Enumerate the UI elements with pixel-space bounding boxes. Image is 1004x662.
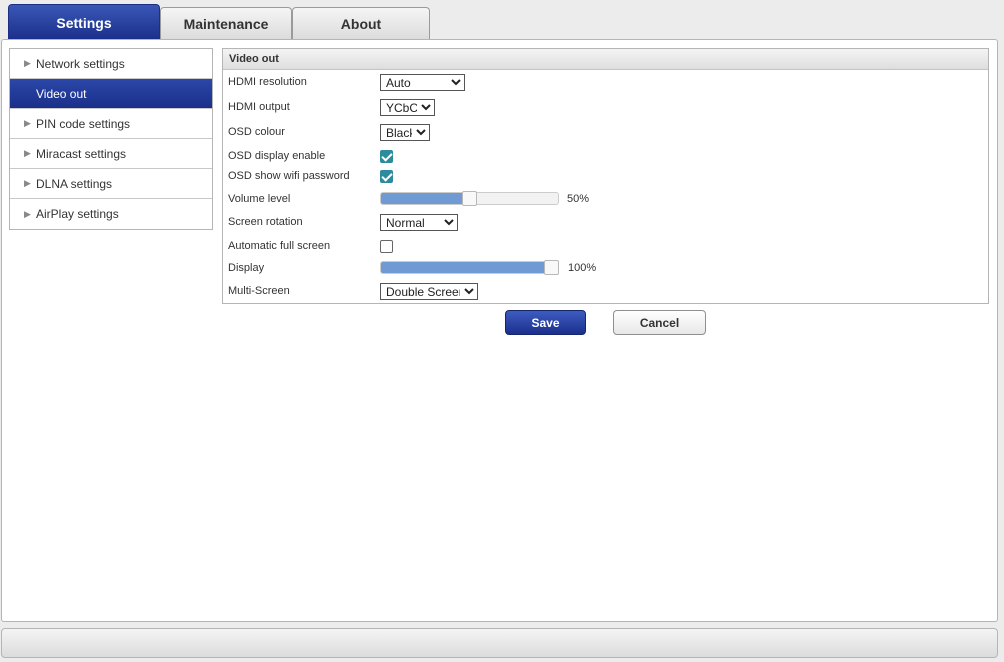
volume-level-thumb[interactable]	[462, 191, 477, 206]
hdmi-resolution-select[interactable]: Auto	[380, 74, 465, 91]
osd-colour-select[interactable]: Black	[380, 124, 430, 141]
sidebar-item-dlna-settings[interactable]: ▶ DLNA settings	[10, 169, 212, 199]
osd-show-wifi-password-label: OSD show wifi password	[228, 170, 350, 182]
osd-show-wifi-password-row: OSD show wifi password	[223, 166, 988, 188]
sidebar-item-network-settings[interactable]: ▶ Network settings	[10, 49, 212, 79]
hdmi-output-select[interactable]: YCbCr	[380, 99, 435, 116]
sidebar-item-video-out[interactable]: Video out	[10, 79, 212, 109]
hdmi-output-label: HDMI output	[228, 101, 290, 113]
chevron-right-icon: ▶	[24, 118, 31, 128]
section-title: Video out	[223, 49, 988, 70]
sidebar-item-label: Miracast settings	[36, 146, 127, 161]
automatic-full-screen-checkbox[interactable]	[380, 240, 393, 253]
hdmi-output-row: HDMI output YCbCr	[223, 97, 988, 119]
chevron-right-icon: ▶	[24, 148, 31, 158]
display-value: 100%	[568, 262, 597, 274]
osd-show-wifi-password-checkbox[interactable]	[380, 170, 393, 183]
screen-rotation-label: Screen rotation	[228, 216, 303, 228]
volume-level-label: Volume level	[228, 193, 291, 205]
chevron-right-icon: ▶	[24, 178, 31, 188]
display-thumb[interactable]	[544, 260, 559, 275]
volume-level-row: Volume level 50%	[223, 189, 988, 211]
tab-settings[interactable]: Settings	[8, 4, 160, 40]
multi-screen-row: Multi-Screen Double Screen	[223, 281, 988, 303]
tab-about[interactable]: About	[292, 7, 430, 39]
osd-display-enable-row: OSD display enable	[223, 146, 988, 168]
sidebar-item-label: Video out	[36, 86, 87, 101]
sidebar-item-label: Network settings	[36, 56, 125, 71]
osd-colour-row: OSD colour Black	[223, 122, 988, 144]
video-out-section: Video out HDMI resolution Auto HDMI outp…	[222, 48, 989, 304]
sidebar-item-pin-code-settings[interactable]: ▶ PIN code settings	[10, 109, 212, 139]
sidebar-item-label: AirPlay settings	[36, 207, 119, 221]
osd-display-enable-label: OSD display enable	[228, 150, 326, 162]
automatic-full-screen-row: Automatic full screen	[223, 236, 988, 258]
status-bar	[1, 628, 998, 658]
main-panel: ▶ Network settings Video out ▶ PIN code …	[1, 39, 998, 622]
osd-colour-label: OSD colour	[228, 126, 285, 138]
sidebar-item-label: PIN code settings	[36, 116, 131, 131]
chevron-right-icon: ▶	[24, 58, 31, 68]
volume-level-slider[interactable]	[380, 191, 559, 206]
sidebar-item-airplay-settings[interactable]: ▶ AirPlay settings	[10, 199, 212, 229]
chevron-right-icon: ▶	[24, 208, 31, 219]
multi-screen-label: Multi-Screen	[228, 285, 290, 297]
display-fill	[381, 262, 558, 273]
display-slider[interactable]	[380, 260, 559, 275]
hdmi-resolution-label: HDMI resolution	[228, 76, 307, 88]
cancel-button[interactable]: Cancel	[613, 310, 706, 335]
volume-level-fill	[381, 193, 470, 204]
display-row: Display 100%	[223, 258, 988, 280]
hdmi-resolution-row: HDMI resolution Auto	[223, 72, 988, 94]
multi-screen-select[interactable]: Double Screen	[380, 283, 478, 300]
sidebar: ▶ Network settings Video out ▶ PIN code …	[9, 48, 213, 230]
automatic-full-screen-label: Automatic full screen	[228, 240, 331, 252]
tab-maintenance[interactable]: Maintenance	[160, 7, 292, 39]
screen-rotation-select[interactable]: Normal	[380, 214, 458, 231]
osd-display-enable-checkbox[interactable]	[380, 150, 393, 163]
save-button[interactable]: Save	[505, 310, 586, 335]
volume-level-value: 50%	[567, 193, 590, 205]
sidebar-item-miracast-settings[interactable]: ▶ Miracast settings	[10, 139, 212, 169]
display-label: Display	[228, 262, 265, 274]
screen-rotation-row: Screen rotation Normal	[223, 212, 988, 234]
sidebar-item-label: DLNA settings	[36, 176, 113, 191]
